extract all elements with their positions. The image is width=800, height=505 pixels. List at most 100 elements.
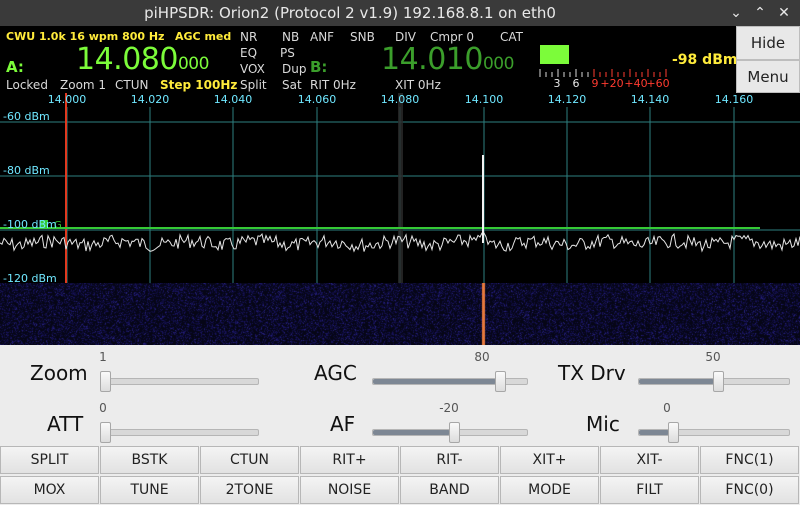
menu-button[interactable]: Menu: [736, 60, 800, 93]
mode-button[interactable]: MODE: [500, 476, 599, 504]
zoom-slider[interactable]: [100, 371, 259, 392]
tx-drive-slider[interactable]: [638, 371, 790, 392]
ctun-button[interactable]: CTUN: [200, 446, 299, 474]
freq-label: 14.140: [631, 93, 670, 106]
freq-label: 14.040: [214, 93, 253, 106]
noise-button[interactable]: NOISE: [300, 476, 399, 504]
zoom-indicator: Zoom 1: [60, 78, 107, 92]
s-meter-label-3: 3: [554, 77, 561, 90]
xit-minus-button[interactable]: XIT-: [600, 446, 699, 474]
rit-indicator: RIT 0Hz: [310, 78, 356, 92]
fnc-0-button[interactable]: FNC(0): [700, 476, 799, 504]
dup-indicator: Dup: [282, 62, 307, 76]
zoom-value: 1: [99, 350, 107, 364]
two-tone-button[interactable]: 2TONE: [200, 476, 299, 504]
button-row-1: SPLIT BSTK CTUN RIT+ RIT- XIT+ XIT- FNC(…: [0, 446, 800, 475]
zoom-slider-handle[interactable]: [100, 371, 111, 392]
att-value: 0: [99, 401, 107, 415]
vfo-a-mhz: 14.080: [76, 42, 178, 77]
s-meter-label-6: 6: [573, 77, 580, 90]
dbm-label: -60 dBm: [3, 110, 50, 123]
s-meter-ticks: [539, 69, 667, 77]
agc-label: AGC: [314, 361, 357, 385]
mox-button[interactable]: MOX: [0, 476, 99, 504]
mic-label: Mic: [586, 412, 620, 436]
s-meter-label-20: +20: [600, 77, 623, 90]
dbm-label: -100 dBm: [3, 218, 57, 231]
tx-drive-label: TX Drv: [558, 361, 626, 385]
s-meter-label-60: +60: [646, 77, 669, 90]
nb-indicator: NB: [282, 30, 300, 44]
xit-plus-button[interactable]: XIT+: [500, 446, 599, 474]
att-label: ATT: [47, 412, 84, 436]
tx-drive-slider-handle[interactable]: [713, 371, 724, 392]
mic-value: 0: [663, 401, 671, 415]
step-indicator: Step 100Hz: [160, 78, 238, 92]
freq-label: 14.020: [131, 93, 170, 106]
af-slider-handle[interactable]: [449, 422, 460, 443]
vfo-b-hz: 000: [482, 54, 514, 74]
control-panel: Zoom 1 AGC 80 TX Drv 50 ATT 0 AF -20 Mic…: [0, 345, 800, 446]
window-title: piHPSDR: Orion2 (Protocol 2 v1.9) 192.16…: [144, 4, 556, 22]
bstk-button[interactable]: BSTK: [100, 446, 199, 474]
rit-plus-button[interactable]: RIT+: [300, 446, 399, 474]
ps-indicator: PS: [280, 46, 295, 60]
frequency-scale: 14.000 14.020 14.040 14.060 14.080 14.10…: [48, 93, 754, 106]
vfo-a-label: A:: [6, 58, 24, 76]
panadapter[interactable]: G 14.000 14.020 14.040 14.060 14.080 14.…: [0, 93, 800, 283]
hide-button[interactable]: Hide: [736, 26, 800, 60]
rit-minus-button[interactable]: RIT-: [400, 446, 499, 474]
dbm-label: -120 dBm: [3, 272, 57, 283]
anf-indicator: ANF: [310, 30, 335, 44]
vfo-display[interactable]: CWU 1.0k 16 wpm 800 Hz AGC med NR NB ANF…: [0, 26, 738, 93]
band-button[interactable]: BAND: [400, 476, 499, 504]
tx-drive-value: 50: [705, 350, 721, 364]
eq-indicator: EQ: [240, 46, 258, 60]
locked-indicator: Locked: [6, 78, 48, 92]
waterfall[interactable]: [0, 283, 800, 345]
spectrum-plot[interactable]: G 14.000 14.020 14.040 14.060 14.080 14.…: [0, 93, 800, 283]
s-meter-bar: [540, 45, 569, 64]
filt-button[interactable]: FILT: [600, 476, 699, 504]
snb-indicator: SNB: [350, 30, 375, 44]
att-slider[interactable]: [100, 422, 259, 443]
s-meter-label-9: 9: [592, 77, 599, 90]
dbm-label: -80 dBm: [3, 164, 50, 177]
tune-button[interactable]: TUNE: [100, 476, 199, 504]
af-slider[interactable]: [372, 422, 528, 443]
xit-indicator: XIT 0Hz: [395, 78, 441, 92]
nr-indicator: NR: [240, 30, 258, 44]
waterfall-canvas: [0, 283, 800, 345]
zoom-label: Zoom: [30, 361, 88, 385]
att-slider-handle[interactable]: [100, 422, 111, 443]
ctun-indicator: CTUN: [115, 78, 149, 92]
mic-slider[interactable]: [638, 422, 790, 443]
filter-passband: [398, 93, 403, 283]
freq-label: 14.160: [715, 93, 754, 106]
fnc-1-button[interactable]: FNC(1): [700, 446, 799, 474]
agc-slider-handle[interactable]: [495, 371, 507, 392]
chevron-down-icon[interactable]: ⌄: [724, 0, 748, 26]
agc-slider[interactable]: [372, 371, 528, 392]
vox-indicator: VOX: [240, 62, 265, 76]
freq-label: 14.080: [381, 93, 420, 106]
s-meter-label-40: +40: [624, 77, 647, 90]
vfo-a-frequency[interactable]: 14.080000: [76, 42, 209, 77]
vfo-a-hz: 000: [177, 54, 209, 74]
title-bar: piHPSDR: Orion2 (Protocol 2 v1.9) 192.16…: [0, 0, 800, 26]
vfo-b-frequency[interactable]: 14.010000: [381, 42, 514, 77]
dbm-readout: -98 dBm: [672, 52, 738, 68]
split-indicator: Split: [240, 78, 267, 92]
vfo-b-label: B:: [310, 58, 328, 76]
mic-slider-handle[interactable]: [668, 422, 679, 443]
dbm-scale: -60 dBm -80 dBm -100 dBm -120 dBm: [3, 110, 57, 283]
split-button[interactable]: SPLIT: [0, 446, 99, 474]
button-row-2: MOX TUNE 2TONE NOISE BAND MODE FILT FNC(…: [0, 476, 800, 505]
freq-label: 14.120: [548, 93, 587, 106]
af-label: AF: [330, 412, 356, 436]
freq-label: 14.100: [465, 93, 504, 106]
chevron-up-icon[interactable]: ⌃: [748, 0, 772, 26]
agc-value: 80: [474, 350, 490, 364]
af-value: -20: [439, 401, 459, 415]
close-icon[interactable]: ✕: [772, 0, 796, 26]
